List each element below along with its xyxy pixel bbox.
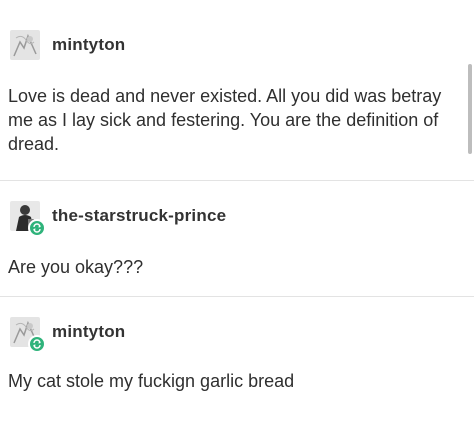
- post-1: mintyton Love is dead and never existed.…: [0, 0, 474, 180]
- avatar[interactable]: [10, 30, 40, 60]
- avatar[interactable]: [10, 317, 46, 353]
- post-text: Love is dead and never existed. All you …: [8, 86, 442, 154]
- post-text: My cat stole my fuckign garlic bread: [8, 371, 295, 391]
- avatar[interactable]: [10, 201, 46, 237]
- scrollbar[interactable]: [468, 64, 472, 154]
- reblog-icon: [28, 335, 46, 353]
- post-header: mintyton: [10, 30, 125, 60]
- sketch-avatar-icon: [10, 30, 40, 60]
- reblog-icon: [28, 219, 46, 237]
- post-2: the-starstruck-prince Are you okay???: [0, 181, 474, 296]
- post-3: mintyton My cat stole my fuckign garlic …: [0, 297, 474, 430]
- post-header: mintyton: [10, 317, 125, 353]
- username[interactable]: mintyton: [52, 35, 125, 55]
- username[interactable]: the-starstruck-prince: [52, 206, 226, 226]
- post-header: the-starstruck-prince: [10, 201, 226, 237]
- username[interactable]: mintyton: [52, 322, 125, 342]
- post-text: Are you okay???: [8, 257, 144, 277]
